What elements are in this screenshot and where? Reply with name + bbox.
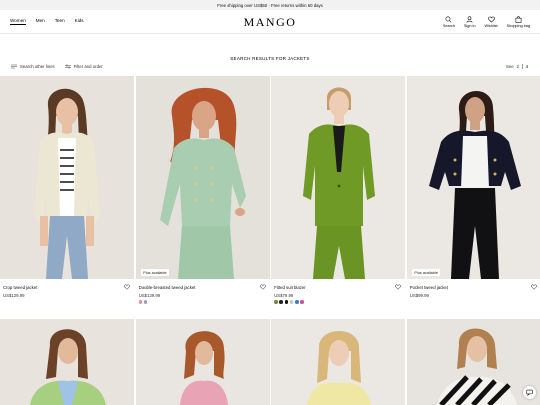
product-card[interactable] <box>271 319 406 405</box>
heart-icon <box>395 284 401 290</box>
product-card[interactable]: Crop tweed jacket US$129.99 <box>0 76 134 319</box>
product-info: Crop tweed jacket US$129.99 <box>0 279 134 319</box>
product-name[interactable]: Pocket tweed jacket <box>410 285 538 290</box>
wishlist-button[interactable]: Wishlist <box>484 16 498 28</box>
color-swatch[interactable] <box>300 299 304 304</box>
product-card[interactable]: Plus available Double-breasted tweed jac… <box>135 76 270 319</box>
product-price: US$139.99 <box>138 292 161 298</box>
sliders-icon <box>64 64 71 68</box>
bag-label: Shopping bag <box>506 23 530 28</box>
see-option-2[interactable]: 2 <box>516 64 520 69</box>
bag-icon <box>515 15 522 23</box>
shopping-bag-button[interactable]: Shopping bag <box>506 15 530 28</box>
site-header: Women Men Teen Kids MANGO Search Sign in… <box>0 10 540 34</box>
brand-logo[interactable]: MANGO <box>244 15 297 30</box>
add-to-wishlist-button[interactable] <box>124 284 130 290</box>
product-name[interactable]: Fitted suit blazer <box>274 285 402 290</box>
product-photo-pink-tweed-jacket <box>135 319 270 405</box>
nav-kids[interactable]: Kids <box>75 18 84 25</box>
color-swatch[interactable] <box>274 299 278 304</box>
heart-icon <box>259 284 266 290</box>
color-swatch[interactable] <box>294 299 299 304</box>
menu-lines-icon <box>11 64 17 68</box>
nav-women[interactable]: Women <box>10 18 26 25</box>
product-card[interactable]: Fitted suit blazer US$79.99 <box>271 76 406 319</box>
product-photo-fitted-suit-blazer <box>271 76 406 279</box>
promo-text: Free shipping over US$50 · Free returns … <box>217 2 323 8</box>
search-icon <box>445 16 452 22</box>
product-photo-pocket-tweed-jacket <box>406 76 540 279</box>
product-image[interactable]: Plus available <box>135 76 270 279</box>
color-swatch[interactable] <box>138 299 143 304</box>
product-photo-double-breasted-tweed-jacket <box>135 76 270 279</box>
user-icon <box>466 15 473 23</box>
see-divider <box>522 63 523 69</box>
main-nav: Women Men Teen Kids <box>10 18 84 25</box>
product-image[interactable] <box>135 319 270 405</box>
product-price: US$129.99 <box>3 292 25 298</box>
plus-available-badge: Plus available <box>411 269 441 276</box>
product-image[interactable] <box>271 319 406 405</box>
product-card[interactable] <box>135 319 270 405</box>
product-info: Pocket tweed jacket US$99.99 <box>407 279 540 319</box>
product-info: Fitted suit blazer US$79.99 <box>271 279 405 319</box>
filter-bar: Search other lines Filter and order See … <box>0 61 540 71</box>
product-card[interactable]: Plus available Pocket tweed jacket US$99… <box>406 76 540 319</box>
product-price: US$79.99 <box>274 292 294 298</box>
signin-label: Sign in <box>463 23 476 28</box>
product-photo-striped-jacket <box>406 319 540 405</box>
product-card[interactable] <box>406 319 540 405</box>
color-swatch[interactable] <box>284 299 289 304</box>
product-name[interactable]: Double-breasted tweed jacket <box>139 285 267 290</box>
utility-nav: Search Sign in Wishlist Shopping bag <box>443 15 530 28</box>
signin-button[interactable]: Sign in <box>463 15 476 28</box>
product-price: US$99.99 <box>409 292 429 298</box>
color-swatches <box>138 299 267 304</box>
product-grid-row-2 <box>0 319 540 405</box>
grid-size-selector: See 2 4 <box>505 63 529 69</box>
add-to-wishlist-button[interactable] <box>259 284 266 290</box>
product-photo-green-tweed-jacket <box>0 319 134 405</box>
see-label: See <box>505 63 514 69</box>
product-info: Double-breasted tweed jacket US$139.99 <box>136 279 270 319</box>
heart-icon <box>487 16 495 23</box>
search-button[interactable]: Search <box>443 16 455 28</box>
promo-bar: Free shipping over US$50 · Free returns … <box>0 0 540 10</box>
add-to-wishlist-button[interactable] <box>395 284 401 290</box>
search-other-lines-label: Search other lines <box>20 63 55 69</box>
search-other-lines-button[interactable]: Search other lines <box>11 64 55 69</box>
product-name[interactable]: Crop tweed jacket <box>3 285 131 290</box>
color-swatches <box>274 299 402 304</box>
product-photo-crop-tweed-jacket <box>0 76 134 279</box>
product-image[interactable] <box>0 76 134 279</box>
nav-teen[interactable]: Teen <box>55 18 65 25</box>
product-image[interactable] <box>0 319 134 405</box>
plus-available-badge: Plus available <box>140 269 170 276</box>
color-swatch[interactable] <box>289 299 294 304</box>
heart-icon <box>124 284 130 290</box>
filter-and-order-label: Filter and order <box>73 63 103 69</box>
product-image[interactable]: Plus available <box>406 76 540 279</box>
add-to-wishlist-button[interactable] <box>530 284 537 290</box>
color-swatch[interactable] <box>279 299 283 304</box>
nav-men[interactable]: Men <box>36 18 45 25</box>
wishlist-label: Wishlist <box>484 23 498 28</box>
chat-button[interactable] <box>523 386 536 399</box>
search-label: Search <box>442 23 455 28</box>
product-photo-yellow-tweed-jacket <box>271 319 406 405</box>
filter-and-order-button[interactable]: Filter and order <box>64 63 103 69</box>
product-image[interactable] <box>406 319 540 405</box>
see-option-4[interactable]: 4 <box>525 64 529 69</box>
heart-icon <box>530 284 537 290</box>
product-image[interactable] <box>271 76 406 279</box>
chat-icon <box>526 389 533 396</box>
color-swatch[interactable] <box>143 299 148 304</box>
product-grid: Crop tweed jacket US$129.99 Plus availab… <box>0 76 540 319</box>
product-card[interactable] <box>0 319 134 405</box>
